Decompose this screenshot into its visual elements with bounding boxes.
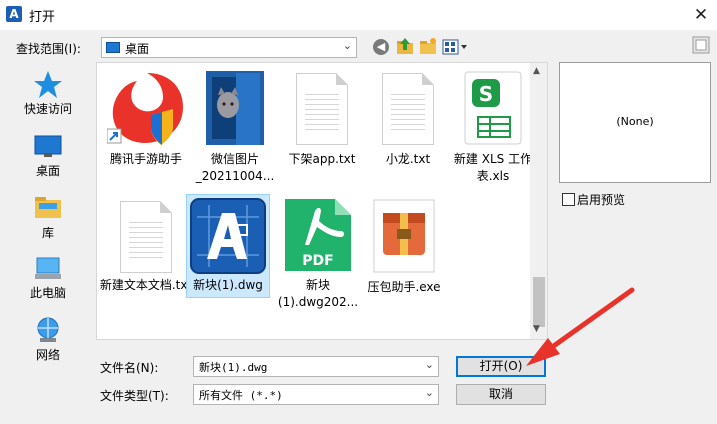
annotation-arrow (526, 287, 635, 366)
